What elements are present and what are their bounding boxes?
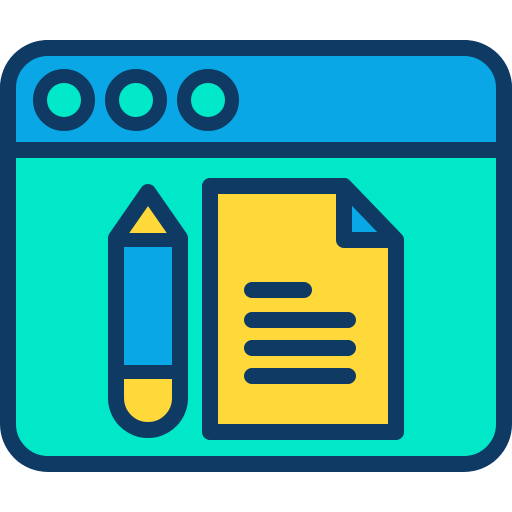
browser-document-edit-icon <box>0 40 512 472</box>
pencil-icon <box>108 184 188 438</box>
document-icon <box>202 178 404 440</box>
window-control-dot <box>33 69 95 131</box>
pencil-body <box>118 240 178 372</box>
window-control-dot <box>177 69 239 131</box>
window-control-dot <box>105 69 167 131</box>
icon-canvas <box>0 0 512 512</box>
